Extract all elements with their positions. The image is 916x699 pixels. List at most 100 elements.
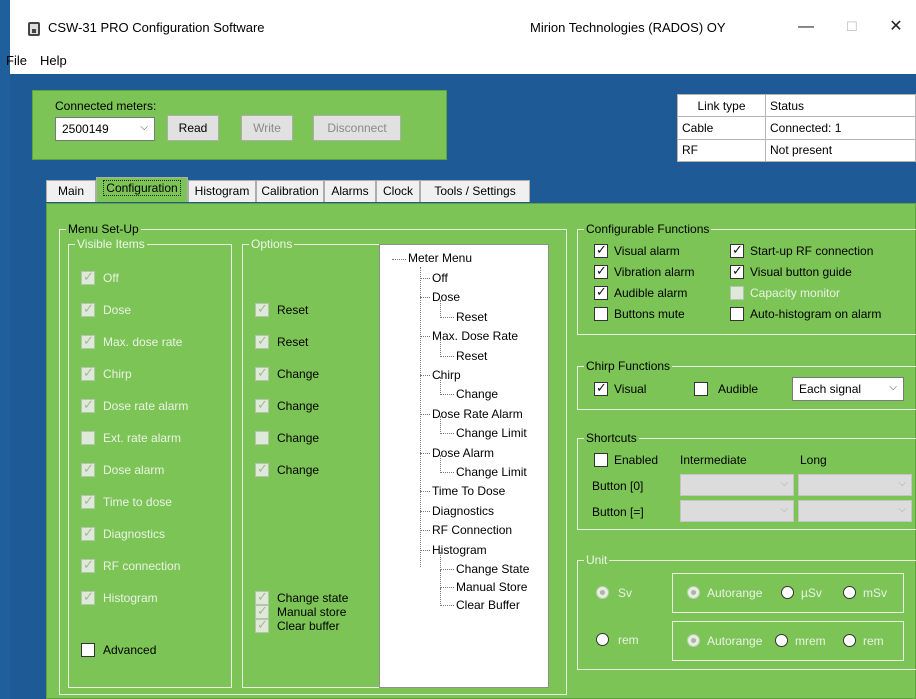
- visible-item-checkbox[interactable]: [81, 365, 95, 381]
- visible-item-checkbox[interactable]: [81, 525, 95, 541]
- function-checkbox[interactable]: [730, 242, 744, 258]
- shortcuts-enabled-checkbox[interactable]: [594, 453, 608, 467]
- tree-node[interactable]: Dose Rate Alarm: [432, 407, 523, 421]
- meter-select[interactable]: 2500149 ⌵: [55, 117, 155, 141]
- visible-item-checkbox[interactable]: [81, 333, 95, 349]
- close-button[interactable]: ✕: [876, 14, 916, 40]
- function-label: Capacity monitor: [750, 286, 841, 300]
- tab-histogram[interactable]: Histogram: [188, 180, 256, 202]
- chirp-audible-checkbox[interactable]: [694, 382, 708, 396]
- option-checkbox[interactable]: [255, 431, 269, 445]
- visible-item-checkbox[interactable]: [81, 431, 95, 445]
- visible-items-title: Visible Items: [75, 237, 147, 251]
- visible-item-label: Dose alarm: [103, 463, 165, 477]
- tab-main[interactable]: Main: [46, 180, 96, 202]
- rem-unit-label: rem: [863, 634, 884, 648]
- read-button[interactable]: Read: [167, 115, 219, 141]
- visible-item-checkbox[interactable]: [81, 643, 95, 657]
- msv-radio[interactable]: [843, 586, 856, 599]
- mrem-radio[interactable]: [775, 634, 788, 647]
- header-link-type: Link type: [677, 93, 766, 118]
- function-checkbox[interactable]: [594, 284, 608, 300]
- tree-node[interactable]: Reset: [456, 310, 487, 324]
- button-0-intermediate-select[interactable]: ⌵: [680, 474, 794, 496]
- table-row: RF Not present: [677, 138, 916, 163]
- unit-title: Unit: [584, 553, 610, 567]
- tree-node[interactable]: Clear Buffer: [456, 598, 520, 612]
- option-checkbox[interactable]: [255, 301, 269, 317]
- tree-node[interactable]: Change: [456, 387, 498, 401]
- connected-meters-label: Connected meters:: [55, 99, 157, 113]
- tree-connector: [440, 299, 441, 316]
- option-label: Change: [277, 431, 320, 445]
- unit-group: Unit Sv Autorange µSv mSv rem Autorange …: [577, 553, 916, 670]
- tab-configuration-label: Configuration: [103, 180, 181, 196]
- tab-calibration[interactable]: Calibration: [256, 180, 324, 202]
- function-checkbox[interactable]: [594, 263, 608, 279]
- tab-tools-settings[interactable]: Tools / Settings: [420, 180, 530, 202]
- visible-item-checkbox[interactable]: [81, 301, 95, 317]
- button-0-long-select[interactable]: ⌵: [798, 474, 912, 496]
- visible-item-checkbox[interactable]: [81, 397, 95, 413]
- option-checkbox[interactable]: [255, 365, 269, 381]
- tree-node[interactable]: Change State: [456, 562, 529, 576]
- button-eq-long-select[interactable]: ⌵: [798, 500, 912, 522]
- option-checkbox[interactable]: [255, 461, 269, 477]
- tree-node[interactable]: Off: [432, 271, 448, 285]
- function-checkbox[interactable]: [730, 286, 744, 300]
- visible-item-checkbox[interactable]: [81, 493, 95, 509]
- visible-item-checkbox[interactable]: [81, 461, 95, 477]
- option-label: Reset: [277, 303, 309, 317]
- tree-connector: [420, 510, 430, 512]
- tree-node[interactable]: Max. Dose Rate: [432, 329, 518, 343]
- usv-radio[interactable]: [781, 586, 794, 599]
- meter-menu-tree[interactable]: Meter Menu Off Dose Reset Max. Dose Rate Rese…: [379, 244, 549, 688]
- tree-node[interactable]: Chirp: [432, 368, 461, 382]
- visible-item-checkbox[interactable]: [81, 269, 95, 285]
- tree-node[interactable]: Diagnostics: [432, 504, 494, 518]
- tree-node[interactable]: Time To Dose: [432, 484, 505, 498]
- visible-item-label: Ext. rate alarm: [103, 431, 182, 445]
- chevron-down-icon: ⌵: [140, 122, 148, 133]
- maximize-button[interactable]: ☐: [832, 14, 872, 40]
- chirp-visual-checkbox[interactable]: [594, 380, 608, 396]
- tree-node[interactable]: Reset: [456, 349, 487, 363]
- button-eq-intermediate-select[interactable]: ⌵: [680, 500, 794, 522]
- sv-autorange-radio[interactable]: [687, 586, 700, 599]
- tree-node[interactable]: Dose: [432, 290, 460, 304]
- visible-item-checkbox[interactable]: [81, 557, 95, 573]
- disconnect-button[interactable]: Disconnect: [313, 115, 401, 141]
- tree-node[interactable]: Change Limit: [456, 426, 527, 440]
- rem-range-group: Autorange mrem rem: [672, 621, 904, 661]
- tree-connector: [440, 605, 454, 606]
- rem-autorange-radio[interactable]: [687, 634, 700, 647]
- option-checkbox[interactable]: [255, 397, 269, 413]
- unit-sv-radio[interactable]: [596, 586, 609, 599]
- chevron-down-icon: ⌵: [780, 478, 788, 489]
- menu-file[interactable]: File: [6, 53, 27, 68]
- option-checkbox[interactable]: [255, 617, 269, 633]
- option-checkbox[interactable]: [255, 333, 269, 349]
- tab-alarms[interactable]: Alarms: [324, 180, 376, 202]
- unit-rem-radio[interactable]: [596, 633, 609, 646]
- minimize-button[interactable]: —: [786, 14, 826, 40]
- tree-node[interactable]: RF Connection: [432, 523, 512, 537]
- tree-node[interactable]: Manual Store: [456, 580, 527, 594]
- tab-clock[interactable]: Clock: [376, 180, 420, 202]
- function-checkbox[interactable]: [594, 307, 608, 321]
- tree-root-node[interactable]: Meter Menu: [408, 251, 472, 265]
- function-checkbox[interactable]: [730, 263, 744, 279]
- tree-node[interactable]: Dose Alarm: [432, 446, 494, 460]
- tab-configuration[interactable]: Configuration: [96, 177, 188, 202]
- write-button[interactable]: Write: [241, 115, 293, 141]
- function-checkbox[interactable]: [730, 307, 744, 321]
- visible-item-checkbox[interactable]: [81, 589, 95, 605]
- tree-node[interactable]: Change Limit: [456, 465, 527, 479]
- rem-unit-radio[interactable]: [843, 634, 856, 647]
- chirp-mode-select[interactable]: Each signal ⌵: [792, 377, 904, 401]
- menu-help[interactable]: Help: [40, 53, 67, 68]
- tree-connector: [440, 416, 441, 433]
- function-checkbox[interactable]: [594, 242, 608, 258]
- visible-item-label: Dose rate alarm: [103, 399, 189, 413]
- visible-item-label: Dose: [103, 303, 132, 317]
